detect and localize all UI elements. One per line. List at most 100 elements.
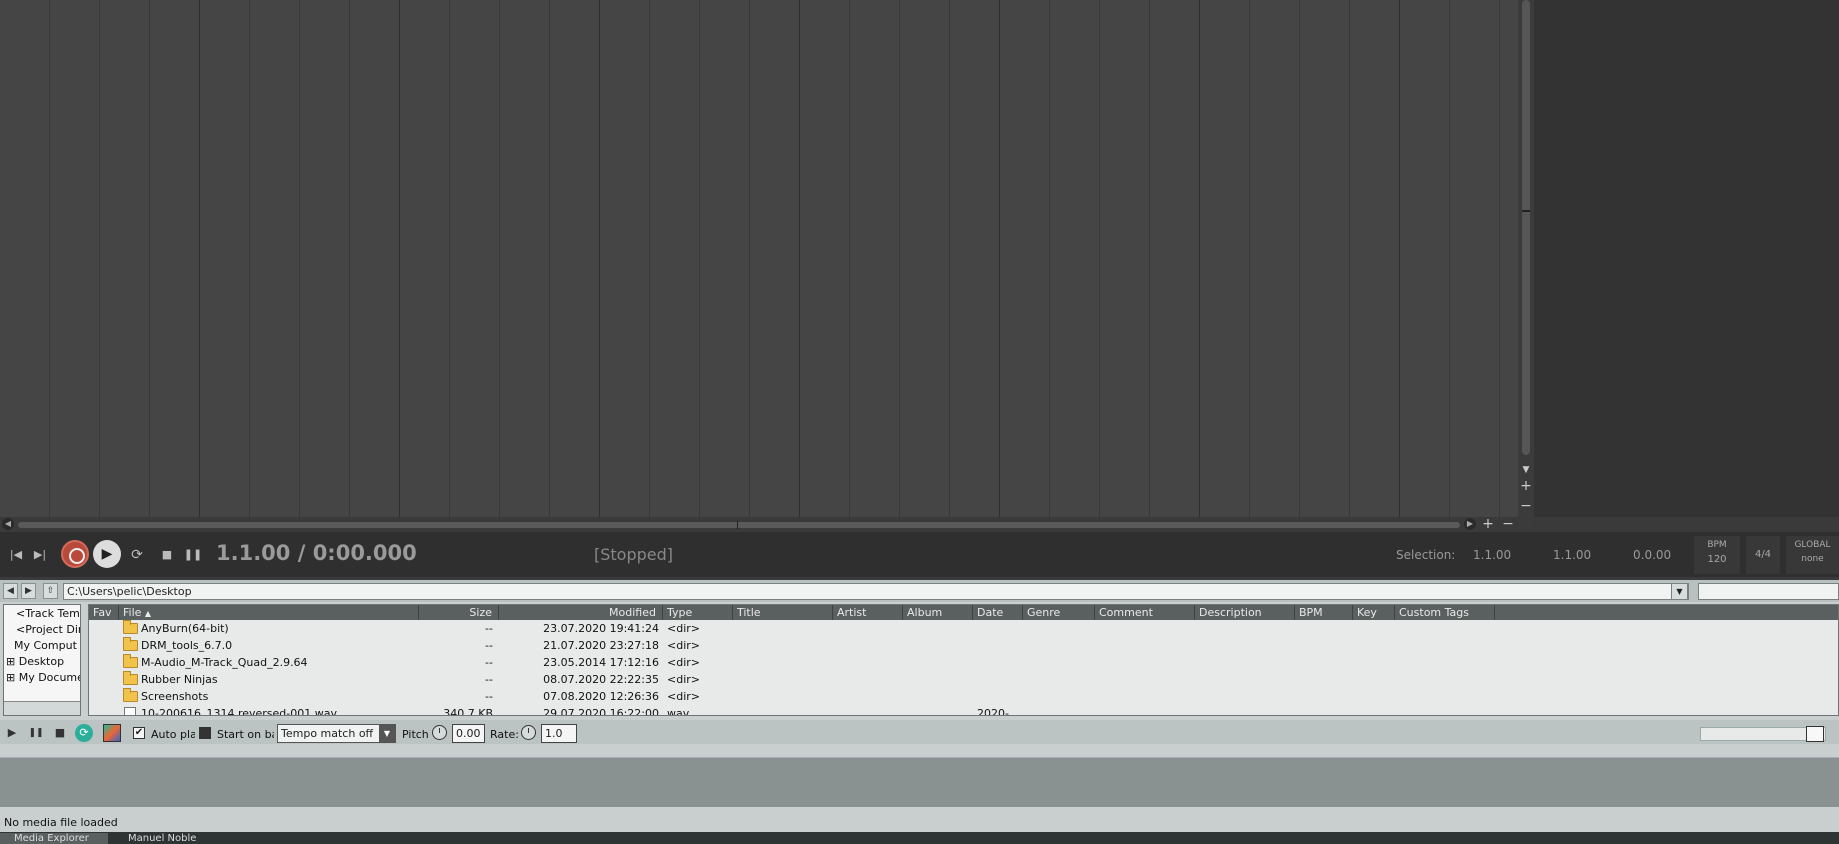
position-display[interactable]: 1.1.00 / 0:00.000 [216,541,417,565]
column-custom-tags[interactable]: Custom Tags [1395,605,1495,620]
waveform-preview[interactable] [0,757,1839,807]
scroll-grip-icon [737,521,738,529]
column-modified[interactable]: Modified [499,605,663,620]
horizontal-scrollbar[interactable] [0,517,1518,532]
tree-item-project-directory[interactable]: <Project Dir [16,623,80,639]
horizontal-zoom-in-icon[interactable]: + [1480,517,1496,532]
scroll-right-icon[interactable]: ▶ [1464,518,1476,530]
scroll-down-icon[interactable]: ▼ [1518,462,1534,478]
path-dropdown-icon[interactable]: ▼ [1671,583,1688,600]
tree-horizontal-scrollbar[interactable] [4,701,80,715]
search-input[interactable] [1698,583,1839,600]
column-bpm[interactable]: BPM [1295,605,1353,620]
preview-stop-icon[interactable]: ■ [51,724,69,742]
rate-knob[interactable] [521,725,536,740]
go-to-start-icon[interactable]: |◀ [5,544,27,566]
selection-length[interactable]: 0.0.00 [1633,548,1671,562]
file-list[interactable]: Fav File ▲ Size Modified Type Title Arti… [88,604,1839,716]
tempo-match-select[interactable]: Tempo match off ▼ [277,724,396,743]
global-value[interactable]: none [1786,554,1839,564]
column-comment[interactable]: Comment [1095,605,1195,620]
vertical-zoom-in-icon[interactable]: + [1518,478,1534,494]
preview-routing-icon[interactable] [103,724,121,742]
record-button[interactable] [61,540,89,568]
scroll-grip-icon [1522,210,1530,212]
tree-item-desktop[interactable]: ⊞ Desktop [6,655,64,671]
file-name: M-Audio_M-Track_Quad_2.9.64 [141,656,308,669]
repeat-icon[interactable]: ⟳ [126,544,148,566]
column-size[interactable]: Size [419,605,499,620]
vertical-scrollbar[interactable] [1518,0,1534,530]
path-input[interactable]: C:\Users\pelic\Desktop [63,583,1689,600]
play-button[interactable]: ▶ [93,540,121,568]
file-size: -- [485,656,493,669]
pitch-value-input[interactable]: 0.00 [452,724,485,743]
expand-icon[interactable]: ⊞ [6,655,15,668]
stop-button[interactable]: ■ [156,544,178,566]
horizontal-scroll-thumb[interactable] [18,522,1460,528]
back-icon[interactable]: ◀ [3,583,18,599]
chevron-down-icon[interactable]: ▼ [379,725,395,742]
tree-item-my-computer[interactable]: My Comput [14,639,77,655]
tree-item-my-documents[interactable]: ⊞ My Docume [6,671,80,687]
selection-end[interactable]: 1.1.00 [1553,548,1591,562]
file-row[interactable]: M-Audio_M-Track_Quad_2.9.64 -- 23.05.2014 … [89,654,1838,671]
preview-repeat-icon[interactable]: ⟳ [75,724,93,742]
column-type[interactable]: Type [663,605,733,620]
file-type: <dir> [667,656,700,669]
forward-icon[interactable]: ▶ [21,583,36,599]
scroll-left-icon[interactable]: ◀ [2,518,14,530]
global-box[interactable]: GLOBAL none [1786,536,1839,574]
horizontal-zoom-out-icon[interactable]: − [1500,517,1516,532]
grid-line [1199,0,1200,517]
file-row[interactable]: 10-200616_1314 reversed-001.wav 340.7 KB 2… [89,705,1838,716]
folder-icon [123,654,138,668]
file-size: 340.7 KB [443,707,493,716]
file-row[interactable]: DRM_tools_6.7.0 -- 21.07.2020 23:27:18 <dir… [89,637,1838,654]
time-signature[interactable]: 4/4 [1746,536,1780,574]
grid-line [149,0,150,517]
volume-slider-handle[interactable] [1806,726,1824,742]
column-file[interactable]: File ▲ [119,605,419,620]
grid-line [449,0,450,517]
go-to-end-icon[interactable]: ▶| [29,544,51,566]
arrange-view[interactable] [0,0,1518,517]
vertical-zoom-out-icon[interactable]: − [1518,498,1534,514]
selection-start[interactable]: 1.1.00 [1473,548,1511,562]
column-artist[interactable]: Artist [833,605,903,620]
folder-tree[interactable]: <Track Tem <Project Dir My Comput ⊞ Desk… [3,604,81,716]
parent-folder-icon[interactable]: ⇧ [43,583,58,599]
rate-value-input[interactable]: 1.0 [541,724,577,743]
column-key[interactable]: Key [1353,605,1395,620]
vertical-scroll-thumb[interactable] [1522,0,1530,455]
column-description[interactable]: Description [1195,605,1295,620]
path-bar: ◀ ▶ ⇧ C:\Users\pelic\Desktop ▼ [0,580,1839,602]
pitch-knob[interactable] [432,725,447,740]
tab-media-explorer[interactable]: Media Explorer [0,833,108,844]
grid-line [1499,0,1500,517]
column-album[interactable]: Album [903,605,973,620]
pause-button[interactable]: ❚❚ [182,544,204,566]
bpm-box[interactable]: BPM 120 [1694,536,1740,574]
file-date: 2020- [977,707,1009,716]
file-row[interactable]: Rubber Ninjas -- 08.07.2020 22:22:35 <dir> [89,671,1838,688]
status-text: No media file loaded [4,816,118,829]
file-row[interactable]: AnyBurn(64-bit) -- 23.07.2020 19:41:24 <dir… [89,620,1838,637]
file-type: <dir> [667,639,700,652]
tree-item-track-templates[interactable]: <Track Tem [16,607,80,623]
preview-pause-icon[interactable]: ❚❚ [27,724,45,742]
tab-manuel-noble[interactable]: Manuel Noble [114,833,209,844]
auto-play-checkbox[interactable]: ✔ [133,727,145,739]
selection-label: Selection: [1396,548,1456,562]
bpm-value[interactable]: 120 [1694,554,1740,565]
column-genre[interactable]: Genre [1023,605,1095,620]
grid-line [349,0,350,517]
expand-icon[interactable]: ⊞ [6,671,15,684]
preview-play-icon[interactable]: ▶ [3,724,21,742]
file-list-header: Fav File ▲ Size Modified Type Title Arti… [89,605,1838,620]
start-on-bar-checkbox[interactable] [199,727,211,739]
column-date[interactable]: Date [973,605,1023,620]
column-fav[interactable]: Fav [89,605,119,620]
file-row[interactable]: Screenshots -- 07.08.2020 12:26:36 <dir> [89,688,1838,705]
column-title[interactable]: Title [733,605,833,620]
